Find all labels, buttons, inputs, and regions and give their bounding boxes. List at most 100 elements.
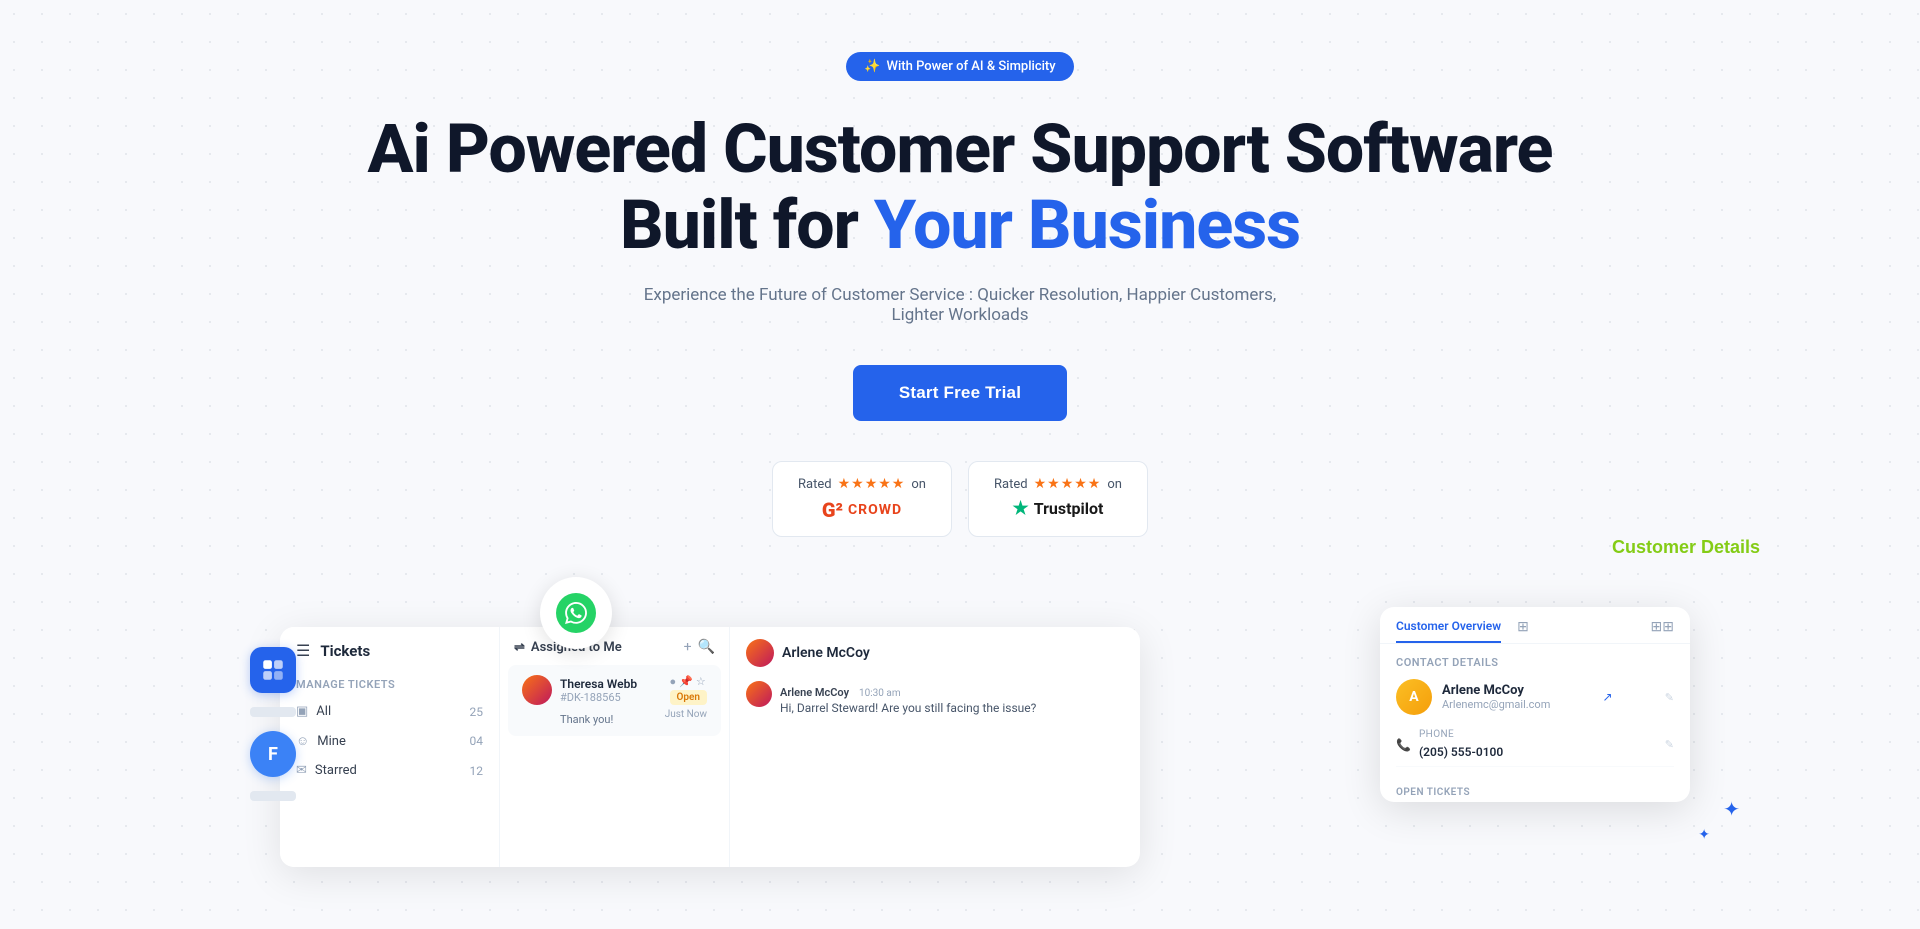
g2-rating-top: Rated ★★★★★ on bbox=[798, 476, 926, 492]
ticket-message: Thank you! bbox=[560, 713, 613, 726]
phone-label: PHONE bbox=[1419, 729, 1503, 740]
hero-heading: Ai Powered Customer Support Software Bui… bbox=[368, 111, 1553, 263]
phone-edit-icon[interactable]: ✎ bbox=[1665, 738, 1674, 751]
open-tickets-label: OPEN TICKETS bbox=[1380, 779, 1690, 802]
contact-person-email: Arlenemc@gmail.com bbox=[1442, 698, 1550, 711]
nav-mine[interactable]: ☺ Mine 04 bbox=[280, 726, 499, 756]
search-icon[interactable]: 🔍 bbox=[698, 639, 715, 655]
phone-icon: 📞 bbox=[1396, 738, 1411, 752]
trustpilot-rating-top: Rated ★★★★★ on bbox=[994, 476, 1122, 492]
nav-starred-label: Starred bbox=[315, 763, 357, 778]
g2-logo: G² CROWD bbox=[822, 498, 902, 522]
chat-header-avatar bbox=[746, 639, 774, 667]
chat-msg-text: Hi, Darrel Steward! Are you still facing… bbox=[780, 700, 1124, 717]
nav-mine-count: 04 bbox=[470, 734, 484, 748]
mine-icon: ☺ bbox=[296, 733, 309, 749]
nav-all-count: 25 bbox=[470, 705, 484, 719]
starred-icon: ✉ bbox=[296, 763, 307, 778]
g2-rating-card: Rated ★★★★★ on G² CROWD bbox=[772, 461, 952, 537]
ticket-time: Just Now bbox=[665, 709, 707, 726]
assigned-header: ⇌ Assigned to Me + 🔍 bbox=[500, 639, 729, 665]
trustpilot-rated-label: Rated bbox=[994, 477, 1028, 492]
phone-info: PHONE (205) 555-0100 bbox=[1419, 729, 1503, 760]
contact-person-avatar: A bbox=[1396, 679, 1432, 715]
ticket-status-icons: ● 📌 ☆ bbox=[670, 675, 708, 688]
g2-crowd-text: CROWD bbox=[848, 502, 902, 518]
sparkle-icon-2: ✦ bbox=[1698, 827, 1710, 843]
customer-details-annotation: Customer Details bbox=[1612, 537, 1760, 558]
trustpilot-text: Trustpilot bbox=[1034, 499, 1104, 518]
customer-overview-tab[interactable]: Customer Overview bbox=[1396, 619, 1501, 643]
contact-person-left: A Arlene McCoy Arlenemc@gmail.com bbox=[1396, 679, 1550, 715]
ticket-icon-1: ● bbox=[670, 675, 677, 688]
ticket-panel: ☰ Tickets Manage Tickets ▣ All 25 ☺ Mine bbox=[280, 627, 1140, 867]
hero-subtitle: Experience the Future of Customer Servic… bbox=[620, 285, 1300, 325]
ticket-status-badge: Open bbox=[670, 690, 708, 705]
contact-person-name: Arlene McCoy bbox=[1442, 683, 1550, 698]
app-icon-strip-2 bbox=[250, 791, 296, 801]
app-icon-container: F bbox=[250, 647, 296, 801]
ticket-icon-2: 📌 bbox=[679, 675, 693, 688]
g2-symbol: G² bbox=[822, 498, 843, 522]
assigned-actions: + 🔍 bbox=[684, 639, 715, 655]
chat-message: Arlene McCoy 10:30 am Hi, Darrel Steward… bbox=[746, 681, 1124, 717]
ticket-avatar bbox=[522, 675, 552, 705]
start-free-trial-button[interactable]: Start Free Trial bbox=[853, 365, 1067, 421]
g2-stars: ★★★★★ bbox=[838, 476, 906, 492]
manage-tickets-label: Manage Tickets bbox=[280, 670, 499, 697]
trustpilot-star-icon: ★ bbox=[1013, 498, 1029, 519]
assigned-panel: ⇌ Assigned to Me + 🔍 Ther bbox=[500, 627, 730, 867]
trustpilot-rating-card: Rated ★★★★★ on ★ Trustpilot bbox=[968, 461, 1148, 537]
app-secondary-icon: F bbox=[250, 731, 296, 777]
hamburger-icon: ☰ bbox=[296, 641, 310, 660]
ticket-sidebar: ☰ Tickets Manage Tickets ▣ All 25 ☺ Mine bbox=[280, 627, 500, 867]
app-main-icon bbox=[250, 647, 296, 693]
g2-rated-label: Rated bbox=[798, 477, 832, 492]
all-icon: ▣ bbox=[296, 704, 308, 719]
chat-msg-content: Arlene McCoy 10:30 am Hi, Darrel Steward… bbox=[780, 681, 1124, 717]
assigned-title-icon: ⇌ bbox=[514, 640, 525, 655]
chat-contact-name: Arlene McCoy bbox=[782, 645, 870, 661]
trustpilot-on-label: on bbox=[1107, 477, 1122, 492]
contact-edit-icon[interactable]: ✎ bbox=[1665, 691, 1674, 704]
ticket-id: #DK-188565 bbox=[560, 691, 637, 704]
chat-msg-time: 10:30 am bbox=[859, 688, 901, 699]
ticket-panel-title: Tickets bbox=[320, 642, 370, 660]
hero-line2-highlight: Your Business bbox=[874, 185, 1300, 265]
phone-field-left: 📞 PHONE (205) 555-0100 bbox=[1396, 729, 1503, 760]
sparkle-icon-1: ✦ bbox=[1723, 797, 1740, 821]
contact-details-label: Contact Details bbox=[1396, 656, 1674, 669]
hero-line1: Ai Powered Customer Support Software bbox=[368, 109, 1553, 189]
customer-details-panel: Customer Overview ⊞ ⊞⊞ Contact Details A… bbox=[1380, 607, 1690, 802]
ai-badge: ✨ With Power of AI & Simplicity bbox=[846, 52, 1073, 81]
contact-details-section: Contact Details A Arlene McCoy Arlenemc@… bbox=[1380, 644, 1690, 779]
chat-msg-avatar bbox=[746, 681, 772, 707]
trustpilot-stars: ★★★★★ bbox=[1034, 476, 1102, 492]
customer-tab-icon-2[interactable]: ⊞⊞ bbox=[1651, 619, 1674, 643]
chat-msg-sender: Arlene McCoy bbox=[780, 686, 849, 699]
badge-icon: ✨ bbox=[864, 59, 880, 74]
ticket-item-header: Theresa Webb #DK-188565 ● 📌 ☆ bbox=[522, 675, 707, 726]
nav-starred-left: ✉ Starred bbox=[296, 763, 357, 778]
ticket-person-name: Theresa Webb bbox=[560, 677, 637, 691]
contact-link-icon[interactable]: ↗ bbox=[1603, 690, 1613, 704]
nav-mine-label: Mine bbox=[317, 734, 346, 749]
nav-all[interactable]: ▣ All 25 bbox=[280, 697, 499, 726]
add-icon[interactable]: + bbox=[684, 639, 692, 655]
trustpilot-logo: ★ Trustpilot bbox=[1013, 498, 1104, 519]
ticket-item[interactable]: Theresa Webb #DK-188565 ● 📌 ☆ bbox=[508, 665, 721, 736]
whatsapp-bubble[interactable] bbox=[540, 577, 612, 649]
chat-msg-header: Arlene McCoy 10:30 am bbox=[780, 681, 1124, 700]
nav-mine-left: ☺ Mine bbox=[296, 733, 346, 749]
ui-preview-section: F ☰ Tickets Manage Tickets bbox=[0, 597, 1920, 877]
ticket-icon-3: ☆ bbox=[696, 675, 706, 688]
contact-person-info: Arlene McCoy Arlenemc@gmail.com bbox=[1442, 683, 1550, 711]
chat-panel: Arlene McCoy Arlene McCoy 10:30 am Hi, D… bbox=[730, 627, 1140, 867]
nav-starred[interactable]: ✉ Starred 12 bbox=[280, 756, 499, 785]
customer-tab-icon-1[interactable]: ⊞ bbox=[1517, 619, 1529, 643]
nav-all-label: All bbox=[316, 704, 331, 719]
phone-field-row: 📞 PHONE (205) 555-0100 ✎ bbox=[1396, 723, 1674, 767]
nav-starred-count: 12 bbox=[470, 764, 484, 778]
page-wrapper: ✨ With Power of AI & Simplicity Ai Power… bbox=[0, 0, 1920, 877]
ticket-header-row: ☰ Tickets bbox=[280, 641, 499, 670]
